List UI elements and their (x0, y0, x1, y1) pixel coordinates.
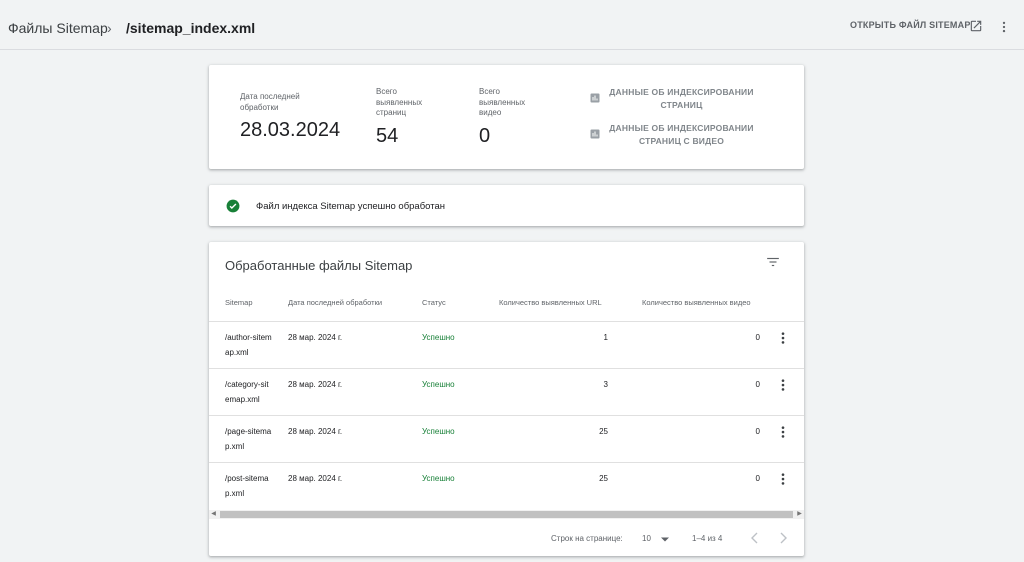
bar-chart-icon (590, 93, 600, 103)
row-videos: 0 (755, 333, 760, 342)
dropdown-caret-icon[interactable] (661, 537, 669, 542)
row-videos: 0 (755, 427, 760, 436)
videos-value: 0 (479, 125, 491, 147)
rows-per-page-label: Строк на странице: (551, 534, 623, 543)
row-more-icon[interactable] (779, 331, 787, 345)
horizontal-scrollbar[interactable]: ◀ ▶ (209, 510, 804, 519)
row-status: Успешно (422, 474, 455, 483)
last-processed-label: Дата последней обработки (240, 92, 300, 112)
bar-chart-icon (590, 129, 600, 139)
scroll-left-icon[interactable]: ◀ (209, 510, 218, 519)
row-urls: 1 (603, 333, 608, 342)
breadcrumb-current: /sitemap_index.xml (126, 20, 256, 36)
row-urls: 3 (603, 380, 608, 389)
video-indexing-link-text: ДАННЫЕ ОБ ИНДЕКСИРОВАНИИ СТРАНИЦ С ВИДЕО (609, 123, 754, 146)
column-header-sitemap[interactable]: Sitemap (225, 298, 253, 307)
more-vert-icon[interactable] (997, 19, 1011, 35)
filter-list-icon[interactable] (766, 256, 780, 268)
breadcrumb-sitemaps[interactable]: Файлы Sitemap (8, 20, 108, 37)
status-card: Файл индекса Sitemap успешно обработан (209, 185, 804, 226)
chevron-right-icon[interactable] (778, 532, 788, 544)
row-urls: 25 (599, 427, 608, 436)
column-header-urls[interactable]: Количество выявленных URL (499, 298, 602, 307)
pages-value: 54 (376, 125, 399, 147)
page-indexing-link[interactable]: ДАННЫЕ ОБ ИНДЕКСИРОВАНИИ СТРАНИЦ (589, 85, 769, 113)
table-row[interactable]: /author-sitemap.xml 28 мар. 2024 г. Успе… (209, 321, 804, 368)
processed-sitemaps-card: Обработанные файлы Sitemap Sitemap Дата … (209, 242, 804, 556)
row-videos: 0 (755, 474, 760, 483)
table-row[interactable]: /page-sitemap.xml 28 мар. 2024 г. Успешн… (209, 415, 804, 462)
rows-per-page-select[interactable]: 10 (642, 534, 651, 543)
row-sitemap[interactable]: /post-sitemap.xml (225, 471, 273, 501)
page-header: Файлы Sitemap › /sitemap_index.xml ОТКРЫ… (0, 0, 1024, 50)
videos-label: Всего выявленных видео (479, 87, 526, 117)
status-message: Файл индекса Sitemap успешно обработан (256, 201, 445, 212)
open-sitemap-button[interactable]: ОТКРЫТЬ ФАЙЛ SITEMAP (850, 20, 971, 30)
last-processed-value: 28.03.2024 (240, 119, 341, 141)
row-date: 28 мар. 2024 г. (288, 474, 343, 483)
row-videos: 0 (755, 380, 760, 389)
video-indexing-link[interactable]: ДАННЫЕ ОБ ИНДЕКСИРОВАНИИ СТРАНИЦ С ВИДЕО (589, 121, 769, 149)
column-header-status[interactable]: Статус (422, 298, 446, 307)
row-date: 28 мар. 2024 г. (288, 333, 343, 342)
pagination-range: 1–4 из 4 (692, 534, 723, 543)
row-urls: 25 (599, 474, 608, 483)
open-in-new-icon[interactable] (969, 19, 983, 33)
column-header-videos[interactable]: Количество выявленных видео (642, 298, 751, 307)
pages-label: Всего выявленных страниц (376, 87, 423, 117)
row-sitemap[interactable]: /author-sitemap.xml (225, 330, 273, 360)
scrollbar-thumb[interactable] (220, 511, 793, 518)
row-status: Успешно (422, 427, 455, 436)
column-header-date[interactable]: Дата последней обработки (288, 298, 382, 307)
summary-card: Дата последней обработки 28.03.2024 Всег… (209, 65, 804, 169)
row-date: 28 мар. 2024 г. (288, 380, 343, 389)
table-row[interactable]: /post-sitemap.xml 28 мар. 2024 г. Успешн… (209, 462, 804, 509)
row-more-icon[interactable] (779, 378, 787, 392)
row-status: Успешно (422, 333, 455, 342)
chevron-left-icon[interactable] (750, 532, 760, 544)
page-indexing-link-text: ДАННЫЕ ОБ ИНДЕКСИРОВАНИИ СТРАНИЦ (609, 87, 754, 110)
row-more-icon[interactable] (779, 472, 787, 486)
table-row[interactable]: /category-sitemap.xml 28 мар. 2024 г. Ус… (209, 368, 804, 415)
table-title: Обработанные файлы Sitemap (225, 258, 413, 273)
row-more-icon[interactable] (779, 425, 787, 439)
check-circle-icon (226, 199, 240, 213)
row-sitemap[interactable]: /page-sitemap.xml (225, 424, 273, 454)
row-status: Успешно (422, 380, 455, 389)
scroll-right-icon[interactable]: ▶ (795, 510, 804, 519)
breadcrumb-separator: › (107, 20, 112, 36)
row-date: 28 мар. 2024 г. (288, 427, 343, 436)
row-sitemap[interactable]: /category-sitemap.xml (225, 377, 273, 407)
